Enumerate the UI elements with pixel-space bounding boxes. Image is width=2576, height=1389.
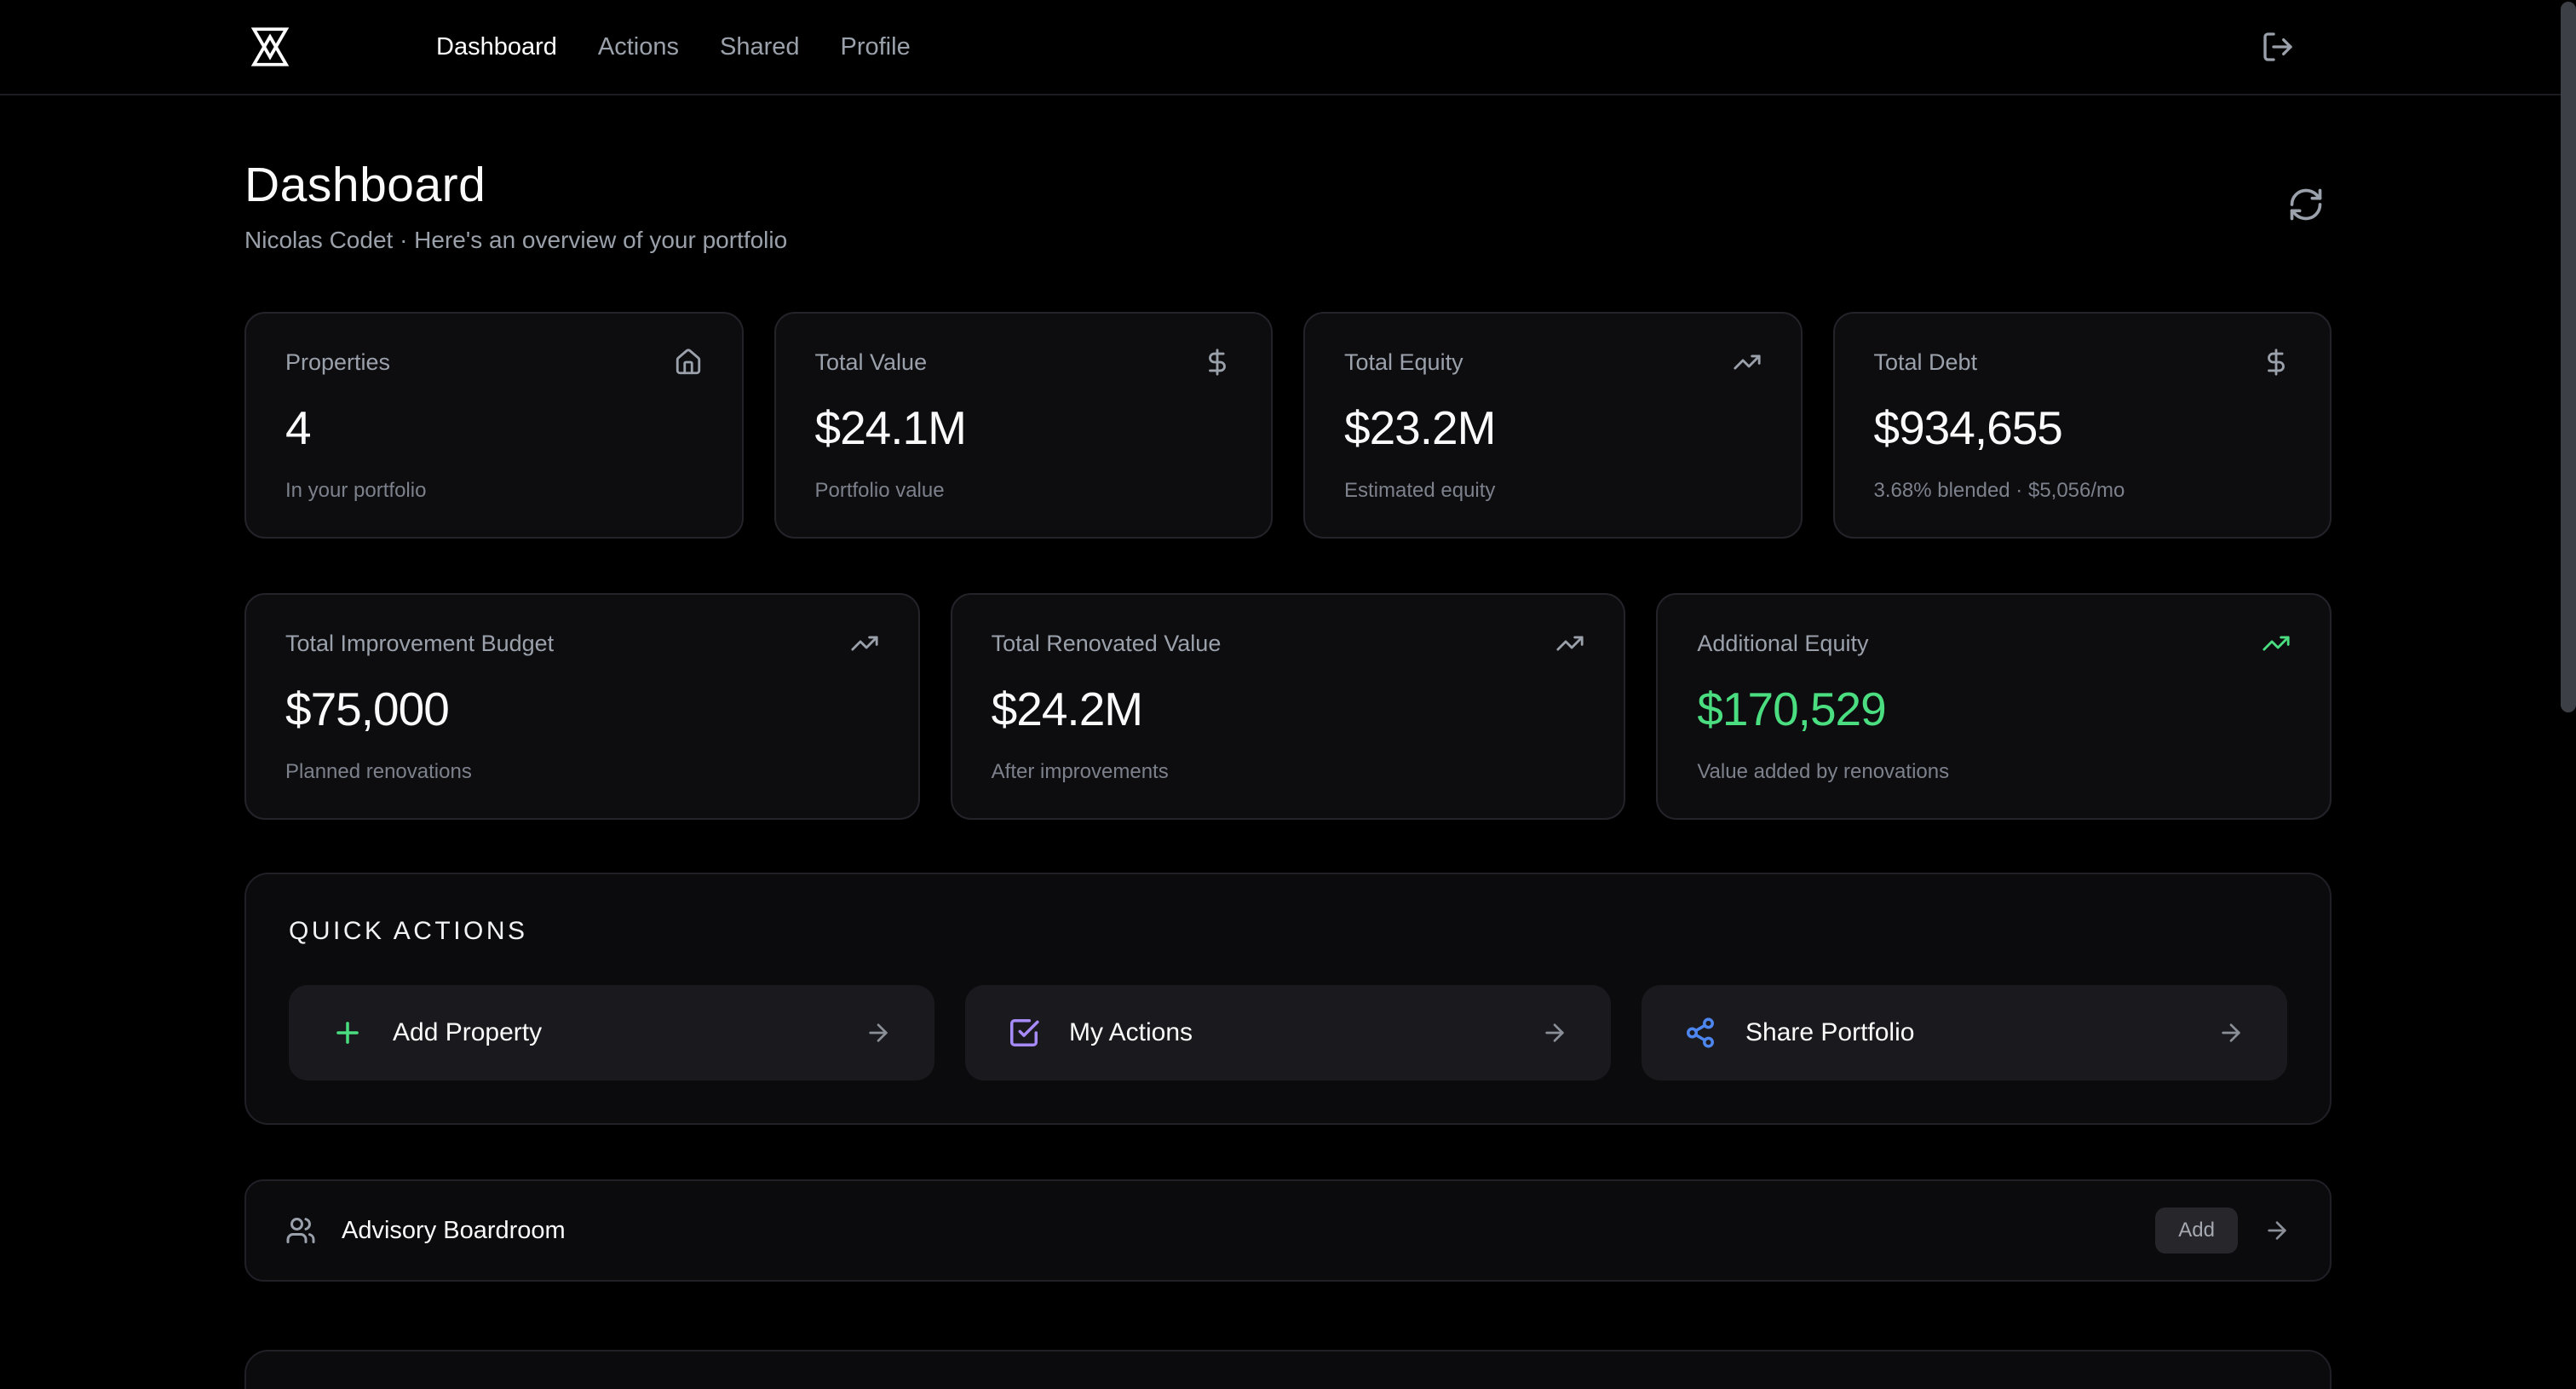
stat-value: 4 xyxy=(285,401,703,455)
refresh-icon xyxy=(2287,186,2325,223)
dashboard-page: Dashboard Nicolas Codet · Here's an over… xyxy=(244,95,2332,1389)
arrow-right-icon xyxy=(1541,1019,1568,1046)
stat-value: $23.2M xyxy=(1344,401,1762,455)
stat-value: $934,655 xyxy=(1874,401,2291,455)
stat-label: Total Equity xyxy=(1344,349,1463,376)
stat-value: $24.2M xyxy=(992,682,1585,736)
dollar-icon xyxy=(2262,348,2291,377)
hourglass-logo-icon xyxy=(247,22,293,72)
stat-card-properties: Properties 4 In your portfolio xyxy=(244,312,744,539)
stat-subtext: Planned renovations xyxy=(285,760,879,784)
stat-card-renovated-value: Total Renovated Value $24.2M After impro… xyxy=(951,593,1626,820)
stat-label: Total Debt xyxy=(1874,349,1978,376)
brand-logo[interactable] xyxy=(247,22,293,72)
page-subtitle: Nicolas Codet · Here's an overview of yo… xyxy=(244,227,787,254)
quick-actions-section: QUICK ACTIONS Add Property xyxy=(244,873,2332,1125)
my-actions-label: My Actions xyxy=(1069,1018,1193,1047)
share-portfolio-label: Share Portfolio xyxy=(1745,1018,1914,1047)
nav-links: Dashboard Actions Shared Profile xyxy=(436,33,911,61)
trending-up-icon xyxy=(2262,629,2291,658)
stat-card-additional-equity: Additional Equity $170,529 Value added b… xyxy=(1656,593,2332,820)
stat-subtext: After improvements xyxy=(992,760,1585,784)
add-property-label: Add Property xyxy=(393,1018,542,1047)
my-actions-button[interactable]: My Actions xyxy=(965,985,1611,1081)
arrow-right-icon xyxy=(2217,1019,2245,1046)
trending-up-icon xyxy=(1733,348,1762,377)
advisory-boardroom-row[interactable]: Advisory Boardroom Add xyxy=(244,1179,2332,1282)
plus-icon xyxy=(331,1017,364,1049)
stats-row-1: Properties 4 In your portfolio Total Val… xyxy=(244,312,2332,539)
stat-card-total-value: Total Value $24.1M Portfolio value xyxy=(774,312,1274,539)
advisory-add-button[interactable]: Add xyxy=(2155,1207,2238,1254)
scrollbar-thumb[interactable] xyxy=(2561,2,2576,712)
nav-item-profile[interactable]: Profile xyxy=(841,33,911,61)
your-properties-section: YOUR PROPERTIES 4 total xyxy=(244,1350,2332,1389)
users-icon xyxy=(285,1215,316,1246)
nav-item-dashboard[interactable]: Dashboard xyxy=(436,33,557,61)
stat-subtext: In your portfolio xyxy=(285,479,703,503)
stat-card-total-equity: Total Equity $23.2M Estimated equity xyxy=(1303,312,1803,539)
stat-value: $170,529 xyxy=(1697,682,2291,736)
share-icon xyxy=(1684,1017,1716,1049)
advisory-boardroom-label: Advisory Boardroom xyxy=(342,1217,566,1245)
trending-up-icon xyxy=(850,629,879,658)
stat-subtext: Portfolio value xyxy=(815,479,1233,503)
vertical-scrollbar xyxy=(2561,0,2576,1389)
top-nav: Dashboard Actions Shared Profile xyxy=(0,0,2576,95)
page-title: Dashboard xyxy=(244,157,787,213)
dollar-icon xyxy=(1203,348,1232,377)
arrow-right-icon xyxy=(2263,1217,2291,1244)
stat-value: $24.1M xyxy=(815,401,1233,455)
check-square-icon xyxy=(1008,1017,1040,1049)
nav-item-actions[interactable]: Actions xyxy=(598,33,679,61)
page-header: Dashboard Nicolas Codet · Here's an over… xyxy=(244,157,2332,254)
stat-label: Properties xyxy=(285,349,390,376)
stat-subtext: 3.68% blended · $5,056/mo xyxy=(1874,479,2291,503)
stat-label: Additional Equity xyxy=(1697,631,1868,657)
house-icon xyxy=(674,348,703,377)
logout-button[interactable] xyxy=(2254,23,2302,71)
stat-value: $75,000 xyxy=(285,682,879,736)
stats-row-2: Total Improvement Budget $75,000 Planned… xyxy=(244,593,2332,820)
stat-label: Total Value xyxy=(815,349,928,376)
stat-label: Total Improvement Budget xyxy=(285,631,554,657)
refresh-button[interactable] xyxy=(2280,179,2332,230)
stat-card-improvement-budget: Total Improvement Budget $75,000 Planned… xyxy=(244,593,920,820)
share-portfolio-button[interactable]: Share Portfolio xyxy=(1642,985,2287,1081)
stat-subtext: Value added by renovations xyxy=(1697,760,2291,784)
log-out-icon xyxy=(2261,30,2295,64)
stat-card-total-debt: Total Debt $934,655 3.68% blended · $5,0… xyxy=(1833,312,2332,539)
quick-actions-heading: QUICK ACTIONS xyxy=(289,917,2287,946)
arrow-right-icon xyxy=(865,1019,892,1046)
nav-item-shared[interactable]: Shared xyxy=(720,33,800,61)
stat-subtext: Estimated equity xyxy=(1344,479,1762,503)
stat-label: Total Renovated Value xyxy=(992,631,1222,657)
trending-up-icon xyxy=(1555,629,1584,658)
add-property-button[interactable]: Add Property xyxy=(289,985,934,1081)
